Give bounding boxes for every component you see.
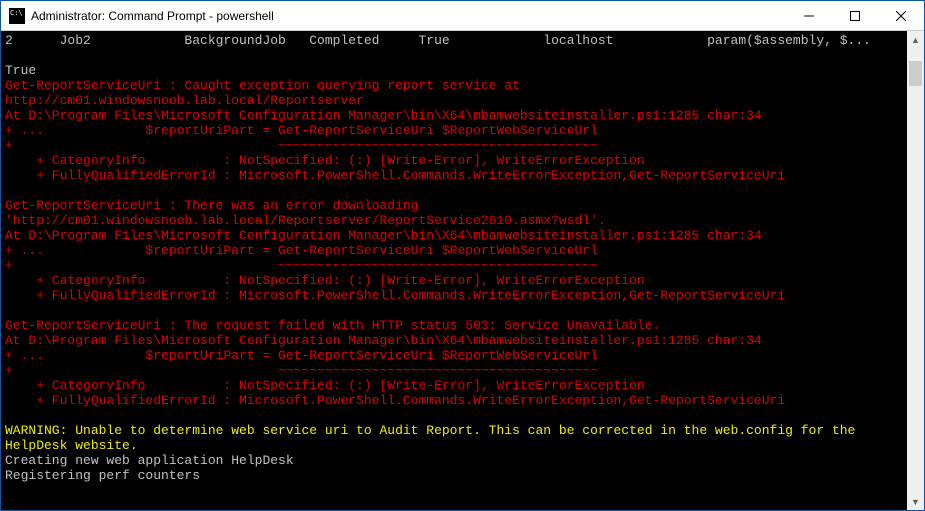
- terminal-line: + ... $reportUriPart = Get-ReportService…: [5, 123, 907, 138]
- terminal-line: + CategoryInfo : NotSpecified: (:) [Writ…: [5, 273, 907, 288]
- close-icon: [896, 11, 906, 21]
- terminal-line: + FullyQualifiedErrorId : Microsoft.Powe…: [5, 288, 907, 303]
- maximize-icon: [850, 11, 860, 21]
- terminal-line: + FullyQualifiedErrorId : Microsoft.Powe…: [5, 393, 907, 408]
- terminal-line: Get-ReportServiceUri : Caught exception …: [5, 78, 907, 93]
- terminal-line: + ~~~~~~~~~~~~~~~~~~~~~~~~~~~~~~~~~~~~~~…: [5, 138, 907, 153]
- terminal-viewport: 2 Job2 BackgroundJob Completed True loca…: [1, 31, 924, 510]
- terminal-line: WARNING: Unable to determine web service…: [5, 423, 907, 438]
- terminal-line: + CategoryInfo : NotSpecified: (:) [Writ…: [5, 153, 907, 168]
- terminal-line: Get-ReportServiceUri : The request faile…: [5, 318, 907, 333]
- terminal-line: Get-ReportServiceUri : There was an erro…: [5, 198, 907, 213]
- terminal-line: True: [5, 63, 907, 78]
- terminal-line: 'http://cm01.windowsnoob.lab.local/Repor…: [5, 213, 907, 228]
- terminal-line: [5, 408, 907, 423]
- terminal-line: + ~~~~~~~~~~~~~~~~~~~~~~~~~~~~~~~~~~~~~~…: [5, 363, 907, 378]
- terminal-line: http://cm01.windowsnoob.lab.local/Report…: [5, 93, 907, 108]
- terminal-line: + ~~~~~~~~~~~~~~~~~~~~~~~~~~~~~~~~~~~~~~…: [5, 258, 907, 273]
- vertical-scrollbar[interactable]: ▲ ▼: [907, 31, 924, 510]
- scroll-down-arrow-icon[interactable]: ▼: [907, 493, 924, 510]
- window-title: Administrator: Command Prompt - powershe…: [31, 9, 786, 23]
- terminal-line: [5, 303, 907, 318]
- terminal-line: [5, 48, 907, 63]
- terminal-line: [5, 183, 907, 198]
- scrollbar-thumb[interactable]: [909, 61, 922, 86]
- close-button[interactable]: [878, 1, 924, 30]
- terminal-line: At D:\Program Files\Microsoft Configurat…: [5, 333, 907, 348]
- terminal-output[interactable]: 2 Job2 BackgroundJob Completed True loca…: [1, 31, 907, 510]
- terminal-line: + ... $reportUriPart = Get-ReportService…: [5, 243, 907, 258]
- terminal-line: HelpDesk website.: [5, 438, 907, 453]
- minimize-button[interactable]: [786, 1, 832, 30]
- maximize-button[interactable]: [832, 1, 878, 30]
- app-icon: [9, 8, 25, 24]
- scroll-up-arrow-icon[interactable]: ▲: [907, 31, 924, 48]
- terminal-line: At D:\Program Files\Microsoft Configurat…: [5, 228, 907, 243]
- minimize-icon: [804, 11, 814, 21]
- titlebar[interactable]: Administrator: Command Prompt - powershe…: [1, 1, 924, 31]
- window-controls: [786, 1, 924, 30]
- window-frame: Administrator: Command Prompt - powershe…: [0, 0, 925, 511]
- terminal-line: Creating new web application HelpDesk: [5, 453, 907, 468]
- terminal-line: Registering perf counters: [5, 468, 907, 483]
- terminal-line: + ... $reportUriPart = Get-ReportService…: [5, 348, 907, 363]
- terminal-line: 2 Job2 BackgroundJob Completed True loca…: [5, 33, 907, 48]
- terminal-line: + CategoryInfo : NotSpecified: (:) [Writ…: [5, 378, 907, 393]
- terminal-line: At D:\Program Files\Microsoft Configurat…: [5, 108, 907, 123]
- terminal-line: + FullyQualifiedErrorId : Microsoft.Powe…: [5, 168, 907, 183]
